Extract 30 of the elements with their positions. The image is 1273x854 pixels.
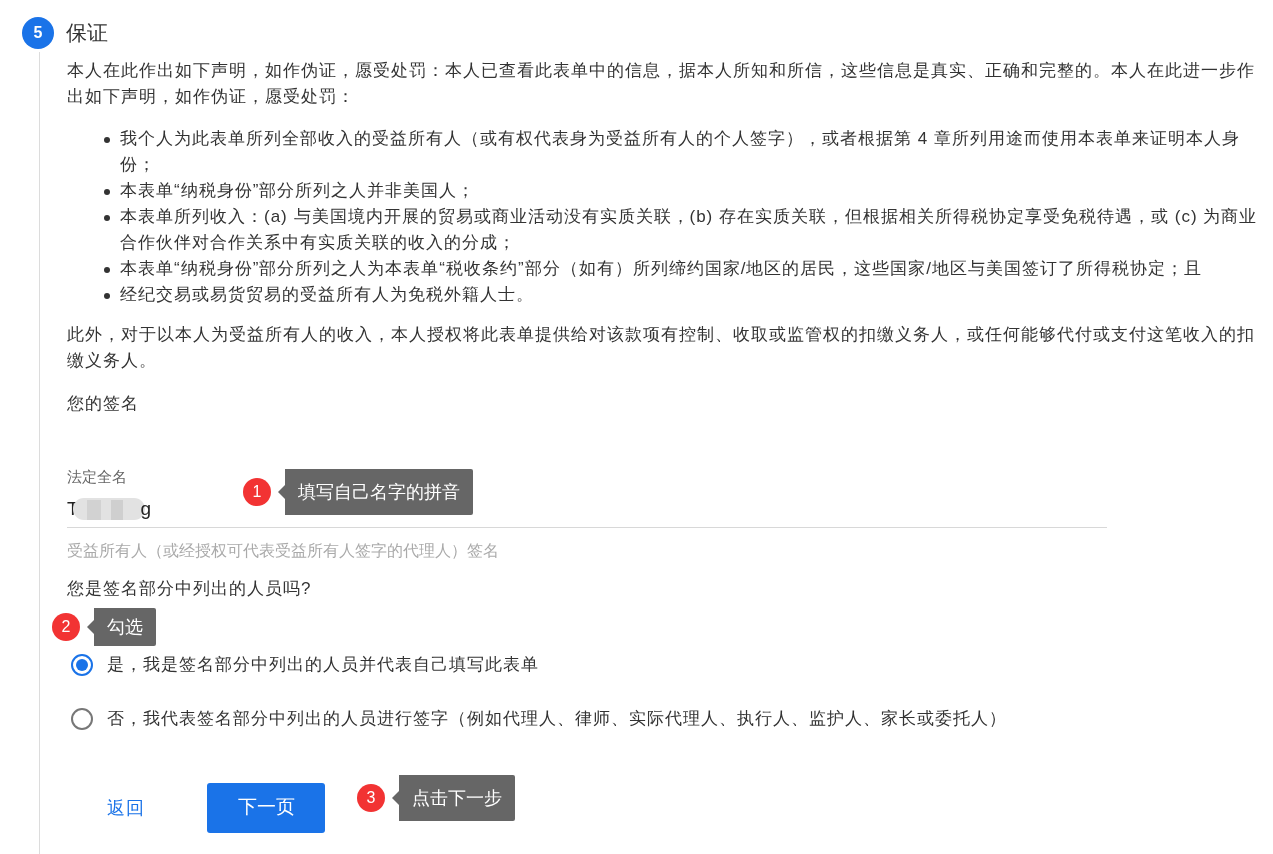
authorization-text: 此外，对于以本人为受益所有人的收入，本人授权将此表单提供给对该款项有控制、收取或监管权的扣缴义务人，或任何能够代付或支付这笔收入的扣缴义务人。	[67, 324, 1256, 372]
radio-button[interactable]	[71, 654, 93, 676]
back-link[interactable]: 返回	[107, 795, 145, 821]
declaration-text: 本人在此作出如下声明，如作伪证，愿受处罚：本人已查看此表单中的信息，据本人所知和所信，这些信息是真实、正确和完整的。本人在此进一步作出如下声明，如作伪证，愿受处罚：	[67, 60, 1256, 108]
declaration-bullet: 本表单所列收入：(a) 与美国境内开展的贸易或商业活动没有实质关联，(b) 存在实质关联，但根据相关所得税协定享受免税待遇，或 (c) 为商业合作伙伴对合作关系中有实质关联的收入的分成；	[120, 206, 1259, 254]
callout-tooltip: 勾选	[87, 608, 156, 646]
radio-label[interactable]: 是，我是签名部分中列出的人员并代表自己填写此表单	[107, 652, 539, 678]
callout-tooltip: 填写自己名字的拼音	[278, 469, 473, 515]
declaration-bullet: 经纪交易或易货贸易的受益所有人为免税外籍人士。	[120, 284, 535, 306]
field-label: 法定全名	[67, 467, 128, 487]
declaration-bullet: 本表单“纳税身份”部分所列之人并非美国人；	[120, 180, 477, 202]
radio-button[interactable]	[71, 708, 93, 730]
bullet-dot	[104, 189, 110, 195]
step-marker: 1	[243, 478, 271, 506]
bullet-dot	[104, 215, 110, 221]
section-title: 保证	[66, 20, 108, 46]
field-helper-text: 受益所有人（或经授权可代表受益所有人签字的代理人）签名	[67, 541, 500, 561]
bullet-dot	[104, 267, 110, 273]
signature-heading: 您的签名	[67, 393, 140, 415]
question-text: 您是签名部分中列出的人员吗?	[67, 578, 313, 600]
step-number-badge: 5	[22, 17, 54, 49]
bullet-dot	[104, 293, 110, 299]
next-page-button[interactable]: 下一页	[207, 783, 325, 833]
declaration-bullet: 本表单“纳税身份”部分所列之人为本表单“税收条约”部分（如有）所列缔约国家/地区的居民，这些国家/地区与美国签订了所得税协定；且	[120, 258, 1204, 280]
bullet-dot	[104, 137, 110, 143]
step-marker: 3	[357, 784, 385, 812]
step-marker: 2	[52, 613, 80, 641]
callout-tooltip: 点击下一步	[392, 775, 515, 821]
declaration-bullet: 我个人为此表单所列全部收入的受益所有人（或有权代表身为受益所有人的个人签字），或者根据第 4 章所列用途而使用本表单来证明本人身份；	[120, 128, 1241, 176]
radio-label[interactable]: 否，我代表签名部分中列出的人员进行签字（例如代理人、律师、实际代理人、执行人、监护人、家长或委托人）	[107, 706, 1007, 732]
